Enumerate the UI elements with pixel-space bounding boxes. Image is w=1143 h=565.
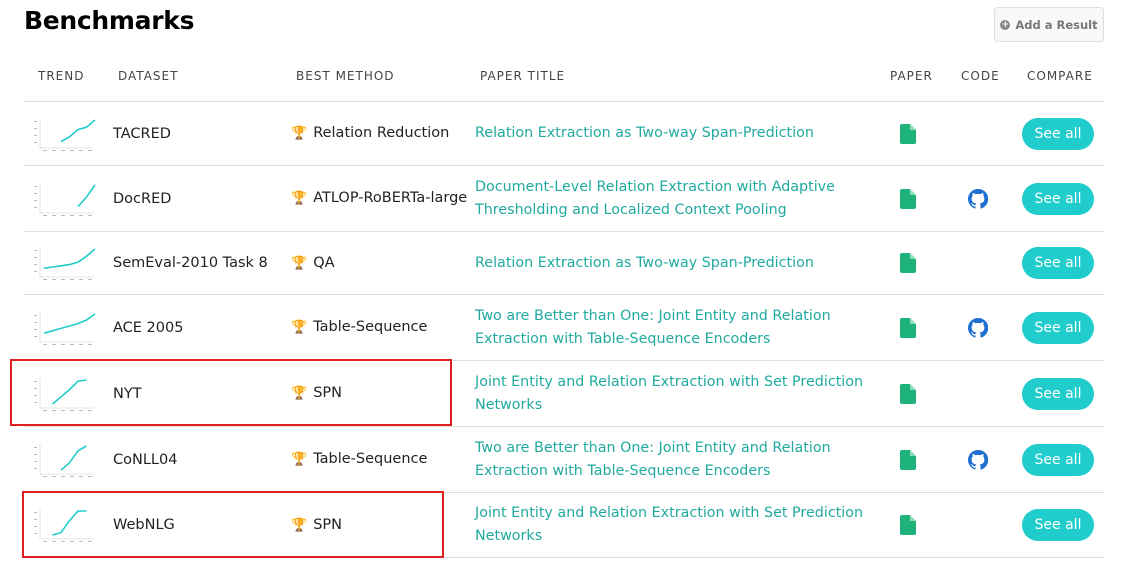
header-code: CODE (961, 69, 1000, 83)
method-label: ATLOP-RoBERTa-large (313, 190, 468, 206)
table-row: ACE 2005 🏆 Table-Sequence Two are Better … (24, 294, 1104, 360)
best-method[interactable]: 🏆 Table-Sequence (291, 427, 471, 492)
github-icon[interactable] (968, 166, 988, 231)
method-label: Table-Sequence (313, 319, 428, 335)
paper-icon[interactable] (900, 166, 916, 231)
paper-icon[interactable] (900, 295, 916, 360)
table-row: SemEval-2010 Task 8 🏆 QA Relation Extract… (24, 231, 1104, 294)
method-label: Relation Reduction (313, 125, 450, 141)
add-result-label: Add a Result (1015, 17, 1098, 32)
best-method[interactable]: 🏆 ATLOP-RoBERTa-large (291, 166, 471, 231)
header-dataset: DATASET (118, 69, 179, 83)
trend-sparkline[interactable] (30, 427, 96, 492)
see-all-button[interactable]: See all (1022, 247, 1094, 279)
header-paper: PAPER (890, 69, 933, 83)
dataset-link[interactable]: SemEval-2010 Task 8 (113, 232, 268, 294)
plus-circle-icon: + (1000, 19, 1011, 30)
header-method: BEST METHOD (296, 69, 395, 83)
trend-sparkline[interactable] (30, 166, 96, 231)
trend-sparkline[interactable] (30, 102, 96, 165)
dataset-link[interactable]: ACE 2005 (113, 295, 183, 360)
paper-icon[interactable] (900, 232, 916, 294)
see-all-button[interactable]: See all (1022, 182, 1094, 215)
trophy-icon: 🏆 (291, 320, 308, 335)
dataset-link[interactable]: CoNLL04 (113, 427, 177, 492)
page-title: Benchmarks (24, 6, 195, 35)
trend-sparkline[interactable] (30, 295, 96, 360)
best-method[interactable]: 🏆 Relation Reduction (291, 102, 471, 165)
trophy-icon: 🏆 (291, 255, 308, 271)
see-all-button[interactable]: See all (1022, 377, 1094, 410)
highlight-box (22, 491, 444, 558)
see-all-button[interactable]: See all (1022, 311, 1094, 344)
best-method[interactable]: 🏆 Table-Sequence (291, 295, 471, 360)
paper-title-link[interactable]: Joint Entity and Relation Extraction wit… (475, 361, 865, 426)
paper-icon[interactable] (900, 493, 916, 557)
trophy-icon: 🏆 (291, 126, 308, 141)
paper-title-link[interactable]: Relation Extraction as Two-way Span-Pred… (475, 232, 865, 294)
table-row: TACRED 🏆 Relation Reduction Relation Extr… (24, 101, 1104, 165)
paper-title-link[interactable]: Two are Better than One: Joint Entity an… (475, 295, 865, 360)
paper-title-link[interactable]: Relation Extraction as Two-way Span-Pred… (475, 102, 865, 165)
trophy-icon: 🏆 (291, 452, 308, 467)
highlight-box (10, 359, 452, 426)
trend-sparkline[interactable] (30, 232, 96, 294)
paper-title-link[interactable]: Document-Level Relation Extraction with … (475, 166, 865, 231)
paper-title-link[interactable]: Two are Better than One: Joint Entity an… (475, 427, 865, 492)
paper-icon[interactable] (900, 361, 916, 426)
table-row: DocRED 🏆 ATLOP-RoBERTa-large Document-Lev… (24, 165, 1104, 231)
benchmarks-table: TACRED 🏆 Relation Reduction Relation Extr… (24, 101, 1104, 558)
best-method[interactable]: 🏆 QA (291, 232, 471, 294)
method-label: QA (313, 254, 335, 271)
dataset-link[interactable]: TACRED (113, 102, 171, 165)
see-all-button[interactable]: See all (1022, 509, 1094, 541)
header-paper-title: PAPER TITLE (480, 69, 566, 83)
method-label: Table-Sequence (313, 451, 428, 467)
paper-icon[interactable] (900, 427, 916, 492)
table-row: CoNLL04 🏆 Table-Sequence Two are Better t… (24, 426, 1104, 492)
see-all-button[interactable]: See all (1022, 117, 1094, 150)
trophy-icon: 🏆 (291, 191, 308, 206)
header-trend: TREND (38, 69, 85, 83)
paper-title-link[interactable]: Joint Entity and Relation Extraction wit… (475, 493, 865, 557)
add-result-button[interactable]: + Add a Result (994, 7, 1104, 42)
dataset-link[interactable]: DocRED (113, 166, 171, 231)
github-icon[interactable] (968, 427, 988, 492)
github-icon[interactable] (968, 295, 988, 360)
header-compare: COMPARE (1027, 69, 1093, 83)
see-all-button[interactable]: See all (1022, 443, 1094, 476)
paper-icon[interactable] (900, 102, 916, 165)
